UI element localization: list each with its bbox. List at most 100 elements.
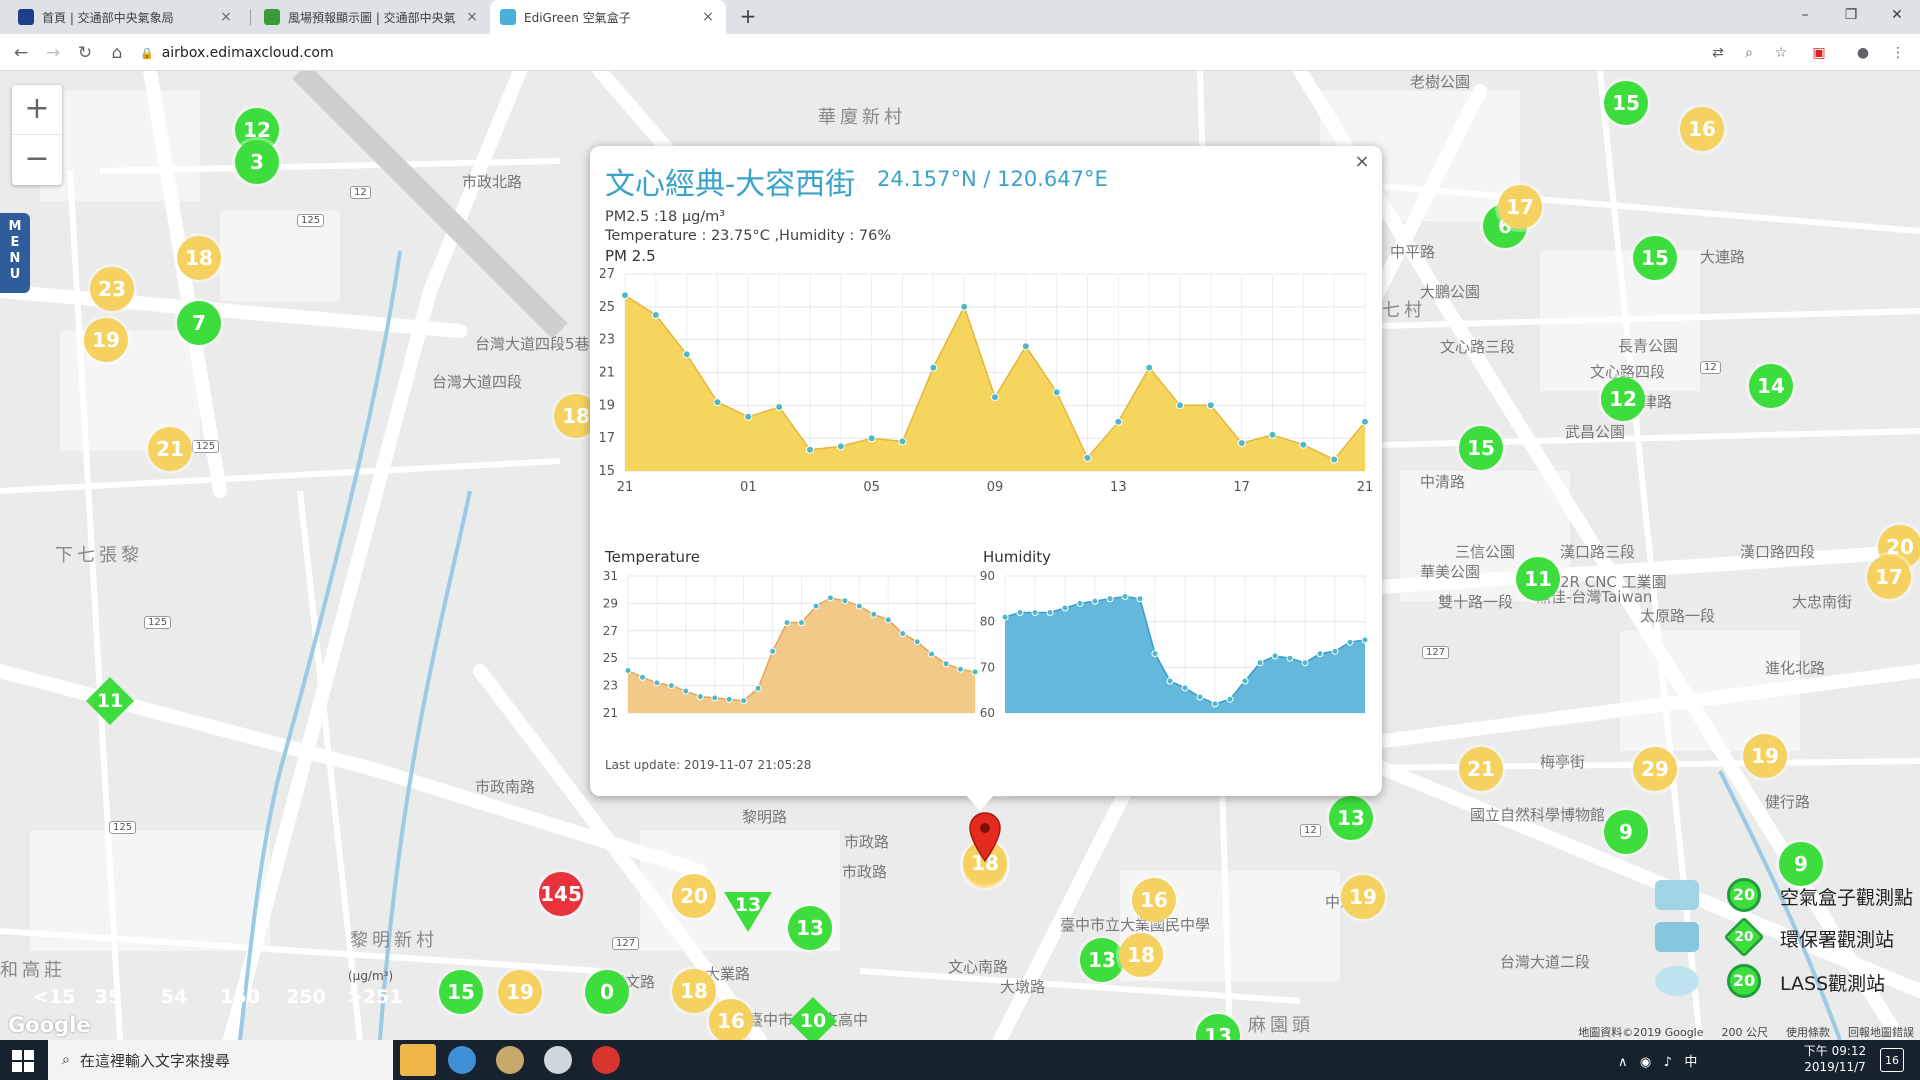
airbox-marker[interactable]: 17 [1498, 185, 1542, 229]
airbox-marker[interactable]: 20 [672, 874, 716, 918]
airbox-marker[interactable]: 21 [148, 427, 192, 471]
airbox-marker[interactable]: 15 [1633, 236, 1677, 280]
airbox-marker[interactable]: 29 [1633, 747, 1677, 791]
zoom-out-button[interactable]: − [12, 135, 62, 185]
side-menu-toggle[interactable]: MENU [0, 213, 30, 293]
reload-icon[interactable]: ↻ [74, 42, 96, 64]
chrome-icon[interactable] [448, 1046, 476, 1074]
airbox-marker[interactable]: 18 [177, 236, 221, 280]
temperature-chart: 21 23 25 27 29 31 [603, 569, 979, 720]
airbox-marker[interactable]: 19 [1341, 875, 1385, 919]
extension-icon[interactable]: ▣ [1809, 43, 1829, 63]
airbox-marker[interactable]: 7 [177, 301, 221, 345]
ime-indicator[interactable]: 中 [1684, 1055, 1697, 1070]
airbox-marker[interactable]: 16 [709, 999, 753, 1040]
file-explorer-icon[interactable] [400, 1044, 436, 1076]
network-icon[interactable]: ◉ [1640, 1055, 1651, 1070]
airbox-marker[interactable]: 12 [1601, 377, 1645, 421]
map-place-label: 中平路 [1390, 243, 1436, 261]
legend-epa-row[interactable]: 20 環保署觀測站 [1655, 916, 1920, 958]
system-tray[interactable]: ∧ ◉ ♪ 中 [1618, 1051, 1697, 1070]
app-icon[interactable] [592, 1046, 620, 1074]
epa-station-marker[interactable]: 11 [85, 676, 135, 726]
report-error-link[interactable]: 回報地圖錯誤 [1848, 1024, 1914, 1040]
bookmark-star-icon[interactable]: ☆ [1771, 43, 1791, 63]
airbox-marker[interactable]: 18 [1119, 933, 1163, 977]
airbox-marker[interactable]: 19 [1743, 734, 1787, 778]
taskbar-search-box[interactable]: ⌕ 在這裡輸入文字來搜尋 [48, 1040, 393, 1080]
airbox-marker[interactable]: 13 [1080, 938, 1124, 982]
notification-center-icon[interactable]: 16 [1880, 1048, 1904, 1072]
airbox-marker[interactable]: 9 [1604, 810, 1648, 854]
legend-airbox-row[interactable]: 20 空氣盒子觀測點 [1655, 876, 1920, 916]
tab-close-icon[interactable]: × [218, 9, 234, 25]
airbox-marker[interactable]: 21 [1459, 747, 1503, 791]
airbox-marker[interactable]: 13 [788, 906, 832, 950]
map-place-label: 黎明路 [742, 808, 788, 826]
translate-icon[interactable]: ⇄ [1708, 43, 1728, 63]
map-pin-icon[interactable] [968, 811, 1002, 863]
restore-window-button[interactable]: ❐ [1828, 0, 1874, 30]
airbox-marker[interactable]: 0 [585, 970, 629, 1014]
airbox-marker[interactable]: 19 [84, 318, 128, 362]
home-icon[interactable]: ⌂ [106, 42, 128, 64]
airbox-marker[interactable]: 16 [1680, 107, 1724, 151]
tab-separator [250, 9, 251, 25]
minimize-window-button[interactable]: – [1782, 0, 1828, 30]
wind-map-favicon-icon [264, 9, 280, 25]
back-arrow-icon[interactable]: ← [10, 42, 32, 64]
browser-tab-active[interactable]: EdiGreen 空氣盒子 × [490, 0, 726, 34]
browser-tab[interactable]: 首頁 | 交通部中央氣象局 × [8, 0, 244, 34]
airbox-marker[interactable]: 3 [235, 140, 279, 184]
airbox-marker[interactable]: 18 [672, 969, 716, 1013]
terms-link[interactable]: 使用條款 [1786, 1024, 1830, 1040]
legend-lass-row[interactable]: 20 LASS觀測站 [1655, 962, 1920, 1002]
tab-close-icon[interactable]: × [464, 9, 480, 25]
address-bar[interactable]: 🔒 airbox.edimaxcloud.com [140, 39, 1680, 67]
airbox-marker[interactable]: 11 [1516, 557, 1560, 601]
station-name: 文心經典-大容西街 [605, 167, 856, 202]
y-tick-label: 15 [600, 464, 615, 479]
map-place-label: 中清路 [1420, 473, 1466, 491]
profile-avatar-icon[interactable]: ● [1853, 43, 1873, 63]
data-point [913, 638, 921, 646]
scale-bar[interactable]: 200 公尺 [1722, 1024, 1769, 1040]
new-tab-button[interactable]: + [736, 5, 760, 29]
tray-chevron-icon[interactable]: ∧ [1618, 1055, 1628, 1070]
marker-value: 10 [799, 1010, 827, 1032]
airbox-marker[interactable]: 17 [1867, 555, 1911, 599]
tab-close-icon[interactable]: × [700, 9, 716, 25]
popup-close-button[interactable]: × [1352, 151, 1372, 172]
menu-letter: N [9, 251, 21, 266]
app-icon[interactable] [544, 1046, 572, 1074]
data-point [870, 610, 878, 618]
pm25-color-legend: <15 35 54 150 250 >251 [25, 982, 403, 1012]
airbox-marker[interactable]: 13 [1329, 796, 1373, 840]
airbox-marker[interactable]: 15 [1459, 426, 1503, 470]
airbox-marker[interactable]: 15 [439, 970, 483, 1014]
y-tick-label: 70 [980, 660, 995, 674]
data-point [841, 597, 849, 605]
airbox-marker[interactable]: 14 [1749, 364, 1793, 408]
close-window-button[interactable]: ✕ [1874, 0, 1920, 30]
lass-station-marker[interactable]: 13 [724, 892, 772, 932]
airbox-marker[interactable]: 145 [539, 872, 583, 916]
taskbar-clock[interactable]: 下午 09:12 2019/11/7 [1800, 1043, 1870, 1075]
airbox-marker[interactable]: 15 [1604, 81, 1648, 125]
search-placeholder: 在這裡輸入文字來搜尋 [79, 1051, 230, 1070]
app-icon[interactable] [496, 1046, 524, 1074]
airbox-marker[interactable]: 19 [498, 970, 542, 1014]
zoom-icon[interactable]: ⌕ [1739, 43, 1759, 63]
map-data-credit: 地圖資料©2019 Google [1578, 1026, 1704, 1039]
map-canvas[interactable]: 華廈新村 下七張黎 黎明新村 和高莊 老樹公園 大鵬公園 中平路 武昌公園 三信… [0, 71, 1920, 1040]
browser-tab[interactable]: 風場預報顯示圖 | 交通部中央氣 × [254, 0, 490, 34]
volume-icon[interactable]: ♪ [1664, 1055, 1672, 1070]
epa-station-marker[interactable]: 10 [788, 996, 838, 1040]
airbox-marker[interactable]: 23 [90, 267, 134, 311]
zoom-in-button[interactable]: + [12, 85, 62, 135]
windows-start-icon[interactable] [12, 1050, 34, 1072]
airbox-marker[interactable]: 16 [1132, 878, 1176, 922]
forward-arrow-icon[interactable]: → [42, 42, 64, 64]
map-place-label: 下七張黎 [55, 545, 143, 566]
browser-menu-icon[interactable]: ⋮ [1888, 43, 1908, 63]
